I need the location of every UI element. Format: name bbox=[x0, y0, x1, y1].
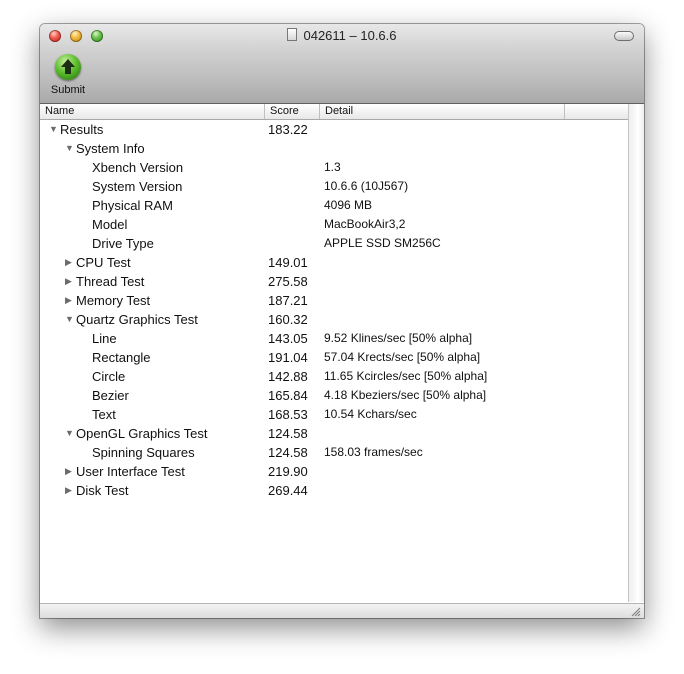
disclosure-closed-icon[interactable]: ▶ bbox=[65, 253, 72, 272]
row-name: Disk Test bbox=[76, 483, 129, 498]
row-score: 275.58 bbox=[268, 274, 308, 289]
outline-row[interactable]: ▶ User Interface Test 219.90 bbox=[40, 462, 629, 481]
row-name: System Version bbox=[92, 179, 183, 194]
column-header: Name Score Detail bbox=[40, 104, 629, 120]
row-name: CPU Test bbox=[76, 255, 131, 270]
row-detail: 10.6.6 (10J567) bbox=[324, 179, 409, 193]
row-name: Quartz Graphics Test bbox=[76, 312, 198, 327]
row-name: Results bbox=[60, 122, 104, 137]
outline-row[interactable]: Xbench Version 1.3 bbox=[40, 158, 629, 177]
row-score: 187.21 bbox=[268, 293, 308, 308]
window-title: 042611 – 10.6.6 bbox=[40, 28, 644, 43]
row-name: Physical RAM bbox=[92, 198, 173, 213]
outline-row[interactable]: ▼ Results 183.22 bbox=[40, 120, 629, 139]
row-score: 124.58 bbox=[268, 426, 308, 441]
row-score: 168.53 bbox=[268, 407, 308, 422]
disclosure-closed-icon[interactable]: ▶ bbox=[65, 462, 72, 481]
outline-row[interactable]: ▶ Disk Test 269.44 bbox=[40, 481, 629, 500]
title-toolbar: 042611 – 10.6.6 Submit bbox=[40, 24, 644, 104]
vertical-scrollbar[interactable] bbox=[628, 104, 644, 602]
outline-row[interactable]: ▼ System Info bbox=[40, 139, 629, 158]
window-bottom-bar bbox=[40, 603, 644, 618]
row-name: Spinning Squares bbox=[92, 445, 195, 460]
outline-row[interactable]: Text 168.53 10.54 Kchars/sec bbox=[40, 405, 629, 424]
row-detail: APPLE SSD SM256C bbox=[324, 236, 441, 250]
row-detail: 4096 MB bbox=[324, 198, 373, 212]
row-score: 160.32 bbox=[268, 312, 308, 327]
column-header-detail[interactable]: Detail bbox=[320, 104, 565, 119]
row-score: 165.84 bbox=[268, 388, 308, 403]
row-detail: 11.65 Kcircles/sec [50% alpha] bbox=[324, 369, 488, 383]
results-outline: ▼ Results 183.22 ▼ System Info Xbench Version… bbox=[40, 120, 629, 500]
row-score: 149.01 bbox=[268, 255, 308, 270]
row-score: 124.58 bbox=[268, 445, 308, 460]
row-score: 191.04 bbox=[268, 350, 308, 365]
disclosure-open-icon[interactable]: ▼ bbox=[65, 424, 74, 443]
row-name: Memory Test bbox=[76, 293, 151, 308]
outline-row[interactable]: Model MacBookAir3,2 bbox=[40, 215, 629, 234]
toolbar-toggle-button[interactable] bbox=[614, 31, 634, 41]
row-name: OpenGL Graphics Test bbox=[76, 426, 208, 441]
row-detail: 57.04 Krects/sec [50% alpha] bbox=[324, 350, 481, 364]
resize-grip-icon[interactable] bbox=[631, 607, 641, 617]
row-name: User Interface Test bbox=[76, 464, 185, 479]
outline-row[interactable]: ▼ OpenGL Graphics Test 124.58 bbox=[40, 424, 629, 443]
disclosure-open-icon[interactable]: ▼ bbox=[65, 139, 74, 158]
outline-row[interactable]: ▶ Memory Test 187.21 bbox=[40, 291, 629, 310]
disclosure-closed-icon[interactable]: ▶ bbox=[65, 272, 72, 291]
row-name: Line bbox=[92, 331, 117, 346]
up-arrow-icon bbox=[55, 54, 81, 80]
row-score: 143.05 bbox=[268, 331, 308, 346]
outline-row[interactable]: Spinning Squares 124.58 158.03 frames/sec bbox=[40, 443, 629, 462]
row-detail: 4.18 Kbeziers/sec [50% alpha] bbox=[324, 388, 487, 402]
window-title-text: 042611 – 10.6.6 bbox=[303, 28, 397, 43]
row-score: 142.88 bbox=[268, 369, 308, 384]
submit-button[interactable]: Submit bbox=[48, 54, 88, 96]
row-detail: MacBookAir3,2 bbox=[324, 217, 406, 231]
outline-row[interactable]: Circle 142.88 11.65 Kcircles/sec [50% alph… bbox=[40, 367, 629, 386]
row-score: 183.22 bbox=[268, 122, 308, 137]
column-header-score[interactable]: Score bbox=[265, 104, 320, 119]
disclosure-open-icon[interactable]: ▼ bbox=[65, 310, 74, 329]
outline-row[interactable]: Bezier 165.84 4.18 Kbeziers/sec [50% alpha… bbox=[40, 386, 629, 405]
column-header-spacer bbox=[565, 104, 629, 119]
row-name: Rectangle bbox=[92, 350, 151, 365]
row-detail: 9.52 Klines/sec [50% alpha] bbox=[324, 331, 473, 345]
row-detail: 158.03 frames/sec bbox=[324, 445, 423, 459]
row-name: Circle bbox=[92, 369, 126, 384]
row-detail: 10.54 Kchars/sec bbox=[324, 407, 417, 421]
outline-row[interactable]: Rectangle 191.04 57.04 Krects/sec [50% alp… bbox=[40, 348, 629, 367]
disclosure-closed-icon[interactable]: ▶ bbox=[65, 481, 72, 500]
outline-row[interactable]: System Version 10.6.6 (10J567) bbox=[40, 177, 629, 196]
row-name: Drive Type bbox=[92, 236, 154, 251]
row-name: Bezier bbox=[92, 388, 129, 403]
xbench-window: 042611 – 10.6.6 Submit Name Score Detail… bbox=[40, 24, 644, 618]
row-name: Text bbox=[92, 407, 116, 422]
row-name: Xbench Version bbox=[92, 160, 184, 175]
row-score: 269.44 bbox=[268, 483, 308, 498]
outline-row[interactable]: ▼ Quartz Graphics Test 160.32 bbox=[40, 310, 629, 329]
submit-label: Submit bbox=[50, 84, 86, 96]
outline-row[interactable]: ▶ Thread Test 275.58 bbox=[40, 272, 629, 291]
row-name: Model bbox=[92, 217, 128, 232]
row-score: 219.90 bbox=[268, 464, 308, 479]
outline-row[interactable]: Physical RAM 4096 MB bbox=[40, 196, 629, 215]
outline-row[interactable]: ▶ CPU Test 149.01 bbox=[40, 253, 629, 272]
disclosure-closed-icon[interactable]: ▶ bbox=[65, 291, 72, 310]
outline-row[interactable]: Line 143.05 9.52 Klines/sec [50% alpha] bbox=[40, 329, 629, 348]
disclosure-open-icon[interactable]: ▼ bbox=[49, 120, 58, 139]
outline-row[interactable]: Drive Type APPLE SSD SM256C bbox=[40, 234, 629, 253]
column-header-name[interactable]: Name bbox=[40, 104, 265, 119]
row-name: Thread Test bbox=[76, 274, 145, 289]
document-icon bbox=[287, 28, 298, 41]
row-detail: 1.3 bbox=[324, 160, 341, 174]
row-name: System Info bbox=[76, 141, 145, 156]
